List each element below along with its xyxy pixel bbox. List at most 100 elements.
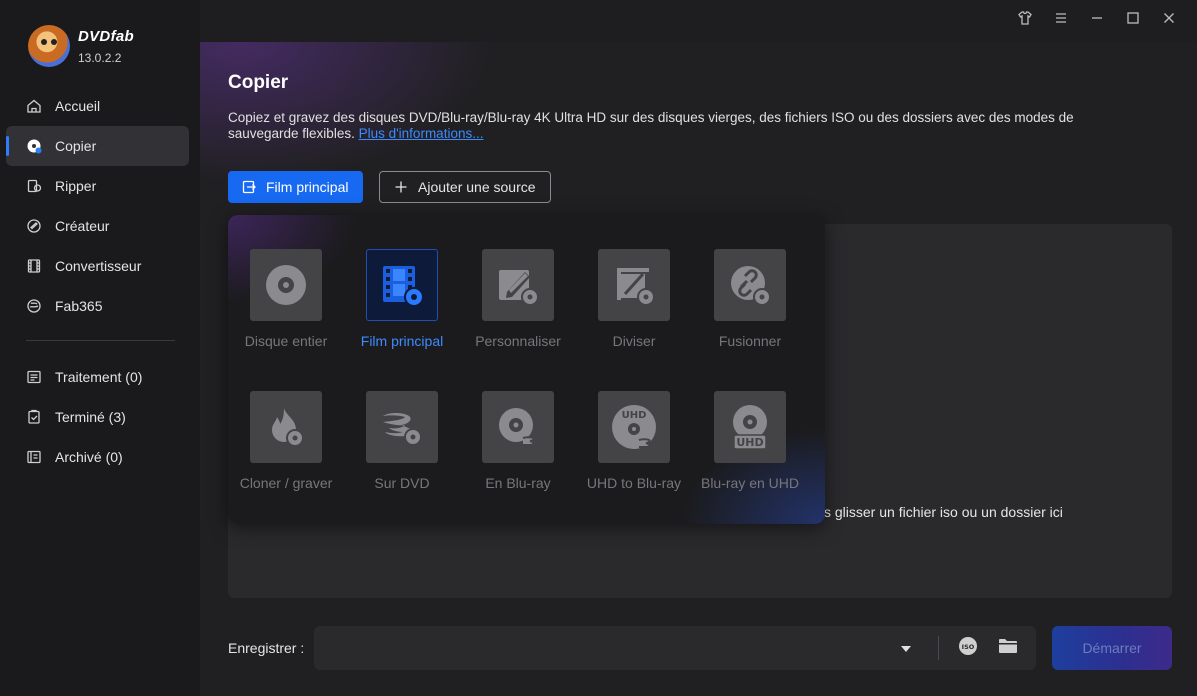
hamburger-icon (1053, 10, 1069, 31)
svg-text:UHD: UHD (736, 436, 763, 449)
more-info-link[interactable]: Plus d'informations... (359, 126, 484, 141)
sidebar-item-ripper[interactable]: Ripper (6, 166, 189, 206)
sidebar-item-label: Terminé (3) (55, 409, 126, 425)
dvdfab-logo (28, 25, 70, 67)
brand: DVDfab 13.0.2.2 (28, 25, 134, 67)
creator-icon (26, 218, 42, 234)
sidebar-item-label: Traitement (0) (55, 369, 143, 385)
bluray-to-dvd-icon (366, 391, 438, 463)
disc-icon (250, 249, 322, 321)
caret-down-icon (901, 639, 911, 657)
mode-bluray-en-uhd[interactable]: UHD Blu-ray en UHD (692, 391, 808, 491)
list-icon (26, 369, 42, 385)
maximize-button[interactable] (1115, 6, 1151, 34)
ripper-icon (26, 178, 42, 194)
link-disc-icon (714, 249, 786, 321)
mode-label: En Blu-ray (485, 475, 551, 491)
bluray-disc-icon (482, 391, 554, 463)
sidebar-item-traitement[interactable]: Traitement (0) (6, 357, 189, 397)
mode-label: Personnaliser (475, 333, 561, 349)
home-icon (26, 98, 42, 114)
sidebar: DVDfab 13.0.2.2 Accueil Copier Ripper Cr… (0, 0, 200, 696)
mode-diviser[interactable]: Diviser (576, 249, 692, 349)
plus-icon (394, 180, 408, 194)
copy-mode-panel: Disque entier Film principal Personnalis… (228, 215, 825, 524)
clipboard-check-icon (26, 409, 42, 425)
drop-hint: s glisser un fichier iso ou un dossier i… (824, 504, 1063, 520)
mode-switch-icon (242, 180, 256, 194)
film-principal-button[interactable]: Film principal (228, 171, 363, 203)
save-to-folder-button[interactable] (997, 637, 1019, 659)
svg-text:ISO: ISO (962, 643, 975, 651)
titlebar-controls (1007, 6, 1187, 34)
sidebar-item-accueil[interactable]: Accueil (6, 86, 189, 126)
sidebar-divider (26, 340, 175, 341)
flame-disc-icon (250, 391, 322, 463)
sidebar-item-label: Accueil (55, 98, 101, 114)
sidebar-item-fab365[interactable]: Fab365 (6, 286, 189, 326)
mode-label: Sur DVD (374, 475, 430, 491)
page-title: Copier (228, 72, 289, 93)
close-icon (1161, 10, 1177, 31)
save-as-iso-button[interactable]: ISO (957, 636, 979, 661)
mode-fusionner[interactable]: Fusionner (692, 249, 808, 349)
svg-text:UHD: UHD (622, 410, 647, 421)
mode-label: Diviser (612, 333, 656, 349)
minimize-icon (1089, 10, 1105, 31)
shirt-icon (1017, 10, 1033, 31)
archive-icon (26, 449, 42, 465)
save-field-divider (938, 636, 939, 660)
mode-sur-dvd[interactable]: Sur DVD (344, 391, 460, 491)
mode-label: Disque entier (244, 333, 328, 349)
sidebar-item-archive[interactable]: Archivé (0) (6, 437, 189, 477)
maximize-icon (1125, 10, 1141, 31)
sidebar-item-label: Archivé (0) (55, 449, 123, 465)
uhd-disc-icon: UHD (714, 391, 786, 463)
page-description: Copiez et gravez des disques DVD/Blu-ray… (228, 110, 1128, 142)
mode-en-bluray[interactable]: En Blu-ray (460, 391, 576, 491)
mode-label: Film principal (360, 333, 444, 349)
sidebar-item-label: Créateur (55, 218, 110, 234)
mode-label: Blu-ray en UHD (700, 475, 800, 491)
cloud-icon (26, 298, 42, 314)
mode-personnaliser[interactable]: Personnaliser (460, 249, 576, 349)
mode-cloner-graver[interactable]: Cloner / graver (228, 391, 344, 491)
app-version: 13.0.2.2 (78, 50, 122, 65)
mode-label: UHD to Blu-ray (586, 475, 682, 491)
film-principal-button-label: Film principal (266, 179, 349, 195)
save-location-field: ISO (314, 626, 1036, 670)
minimize-button[interactable] (1079, 6, 1115, 34)
skin-button[interactable] (1007, 6, 1043, 34)
mode-label: Fusionner (718, 333, 782, 349)
sidebar-item-createur[interactable]: Créateur (6, 206, 189, 246)
sidebar-item-label: Ripper (55, 178, 97, 194)
sidebar-item-label: Copier (55, 138, 97, 154)
sidebar-nav: Accueil Copier Ripper Créateur Convertis… (6, 86, 189, 477)
film-disc-icon (366, 249, 438, 321)
menu-button[interactable] (1043, 6, 1079, 34)
mode-disque-entier[interactable]: Disque entier (228, 249, 344, 349)
save-path-input[interactable] (314, 626, 924, 670)
sidebar-item-label: Fab365 (55, 298, 103, 314)
sidebar-item-copier[interactable]: Copier (6, 126, 189, 166)
add-source-button-label: Ajouter une source (418, 179, 536, 195)
save-label: Enregistrer : (228, 640, 305, 656)
close-button[interactable] (1151, 6, 1187, 34)
sidebar-item-label: Convertisseur (55, 258, 142, 274)
add-source-button[interactable]: Ajouter une source (379, 171, 551, 203)
mode-label: Cloner / graver (239, 475, 333, 491)
edit-disc-icon (482, 249, 554, 321)
folder-icon (998, 637, 1018, 660)
mode-film-principal[interactable]: Film principal (344, 249, 460, 349)
sidebar-item-convertisseur[interactable]: Convertisseur (6, 246, 189, 286)
start-button[interactable]: Démarrer (1052, 626, 1172, 670)
sidebar-item-termine[interactable]: Terminé (3) (6, 397, 189, 437)
brand-name: DVDfab (78, 27, 134, 45)
save-dropdown-button[interactable] (898, 640, 914, 656)
uhd-bluray-icon: UHD (598, 391, 670, 463)
iso-icon: ISO (958, 636, 978, 661)
mode-uhd-to-bluray[interactable]: UHD UHD to Blu-ray (576, 391, 692, 491)
crop-disc-icon (598, 249, 670, 321)
film-icon (26, 258, 42, 274)
copy-disc-icon (26, 138, 42, 154)
